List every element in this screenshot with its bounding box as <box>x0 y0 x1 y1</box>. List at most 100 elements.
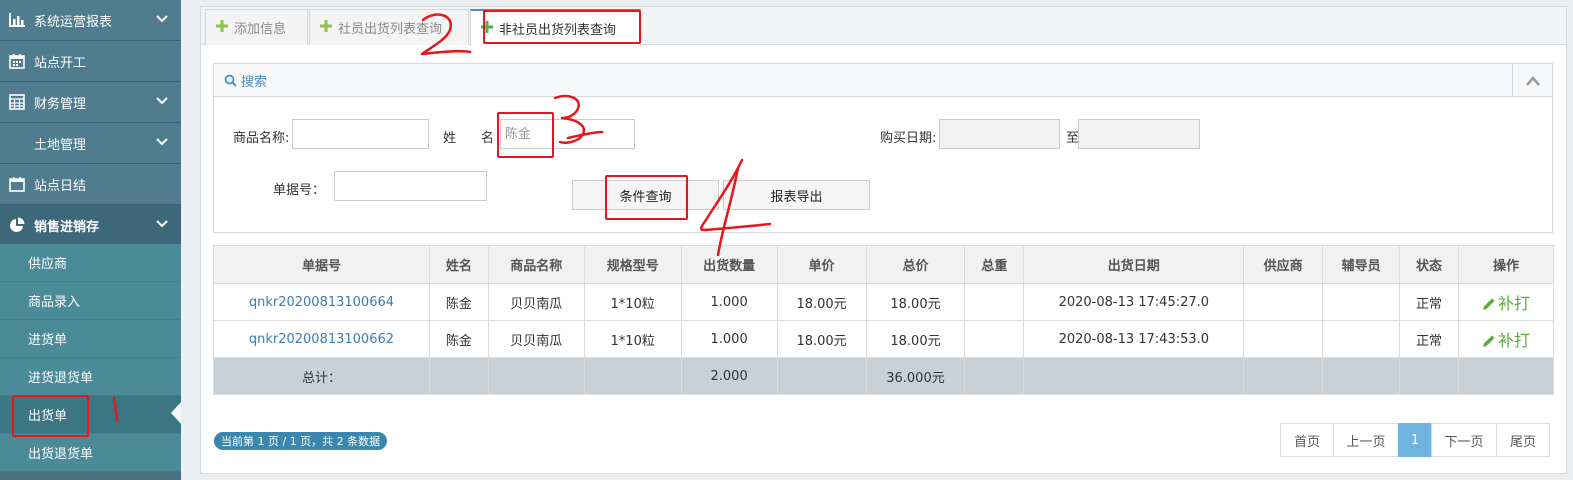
search-panel-header: 搜索 <box>214 64 1552 97</box>
name-label: 名 <box>481 131 495 146</box>
submenu-item-purchase-order[interactable]: 进货单 <box>0 320 181 358</box>
col-status[interactable]: 状态 <box>1399 245 1459 284</box>
active-caret <box>171 402 181 424</box>
tab-label: 社员出货列表查询 <box>338 22 443 37</box>
col-doc-no[interactable]: 单据号 <box>213 245 430 284</box>
cell-weight <box>964 320 1025 358</box>
table-icon <box>0 94 34 110</box>
total-empty <box>964 357 1025 395</box>
cell-ship-date: 2020-08-13 17:43:53.0 <box>1023 320 1245 358</box>
col-product[interactable]: 商品名称 <box>487 245 585 284</box>
total-empty <box>1458 357 1554 395</box>
cell-spec: 1*10粒 <box>583 283 682 321</box>
chevron-down-icon <box>156 97 168 105</box>
sidebar-item-land[interactable]: 土地管理 <box>0 123 181 164</box>
submenu-item-product-entry[interactable]: 商品录入 <box>0 282 181 320</box>
submenu-item-purchase-return[interactable]: 进货退货单 <box>0 358 181 396</box>
col-supplier[interactable]: 供应商 <box>1243 245 1324 284</box>
reprint-button[interactable]: 补打 <box>1458 320 1554 358</box>
cell-supplier <box>1243 283 1324 321</box>
reprint-button[interactable]: 补打 <box>1458 283 1554 321</box>
cell-status: 正常 <box>1399 320 1459 358</box>
cell-unit-price: 18.00元 <box>776 320 867 358</box>
export-button[interactable]: 报表导出 <box>723 180 870 210</box>
col-ship-date[interactable]: 出货日期 <box>1023 245 1245 284</box>
total-empty <box>1322 357 1401 395</box>
col-action[interactable]: 操作 <box>1458 245 1554 284</box>
product-name-input[interactable] <box>292 119 429 149</box>
col-name[interactable]: 姓名 <box>428 245 489 284</box>
pager-prev[interactable]: 上一页 <box>1333 423 1399 457</box>
sidebar-item-daily-close[interactable]: 站点日结 <box>0 164 181 205</box>
cell-ship-date: 2020-08-13 17:45:27.0 <box>1023 283 1245 321</box>
col-counselor[interactable]: 辅导员 <box>1322 245 1401 284</box>
annotation-box-query <box>605 175 688 220</box>
cell-status: 正常 <box>1399 283 1459 321</box>
sidebar-item-site-start[interactable]: 站点开工 <box>0 41 181 82</box>
cell-counselor <box>1322 320 1401 358</box>
cell-name: 陈金 <box>428 320 489 358</box>
search-icon <box>224 74 237 87</box>
col-spec[interactable]: 规格型号 <box>583 245 682 284</box>
pencil-icon <box>1482 333 1496 352</box>
page-info-badge: 当前第 1 页 / 1 页，共 2 条数据 <box>214 432 388 450</box>
pager-first[interactable]: 首页 <box>1280 423 1334 457</box>
collapse-button[interactable] <box>1512 64 1552 97</box>
tab-add-info[interactable]: 添加信息 <box>205 9 308 45</box>
col-weight[interactable]: 总重 <box>964 245 1025 284</box>
chevron-up-icon <box>1525 75 1540 86</box>
reprint-label: 补打 <box>1497 330 1530 350</box>
total-label: 总计： <box>213 357 430 395</box>
sidebar-item-sales-inventory[interactable]: 销售进销存 <box>0 205 181 246</box>
total-empty <box>1243 357 1324 395</box>
date-to-input[interactable] <box>1078 119 1200 149</box>
plus-icon <box>320 19 332 36</box>
chevron-down-icon <box>156 138 168 146</box>
table-row: qnkr20200813100662 陈金 贝贝南瓜 1*10粒 1.000 1… <box>213 320 1554 358</box>
tab-bar: 添加信息 社员出货列表查询 非社员出货列表查询 <box>201 7 1566 46</box>
total-empty <box>1399 357 1459 395</box>
doc-no-link[interactable]: qnkr20200813100662 <box>213 320 430 358</box>
total-empty <box>428 357 489 395</box>
annotation-box-shipment <box>12 395 89 437</box>
doc-no-link[interactable]: qnkr20200813100664 <box>213 283 430 321</box>
submenu-item-shipment-return[interactable]: 出货退货单 <box>0 434 181 472</box>
pager-page-1[interactable]: 1 <box>1398 423 1432 457</box>
col-unit-price[interactable]: 单价 <box>776 245 867 284</box>
total-empty <box>776 357 867 395</box>
cell-weight <box>964 283 1025 321</box>
shipment-table: 单据号 姓名 商品名称 规格型号 出货数量 单价 总价 总重 出货日期 供应商 … <box>213 245 1554 395</box>
sidebar-item-system-reports[interactable]: 系统运营报表 <box>0 0 181 41</box>
col-qty[interactable]: 出货数量 <box>680 245 778 284</box>
col-total-price[interactable]: 总价 <box>865 245 966 284</box>
cell-total-price: 18.00元 <box>865 283 966 321</box>
sidebar-item-label: 站点日结 <box>34 178 87 194</box>
cell-total-price: 18.00元 <box>865 320 966 358</box>
sidebar-item-label: 财务管理 <box>34 96 87 112</box>
search-panel-title: 搜索 <box>241 74 268 90</box>
sidebar-item-label: 站点开工 <box>34 55 87 71</box>
tab-label: 添加信息 <box>234 22 287 37</box>
pager-last[interactable]: 尾页 <box>1496 423 1550 457</box>
pagination: 首页 上一页 1 下一页 尾页 <box>1280 423 1550 457</box>
sidebar-item-finance[interactable]: 财务管理 <box>0 82 181 123</box>
total-row: 总计： 2.000 36.000元 <box>213 357 1554 395</box>
doc-no-label: 单据号： <box>273 183 326 198</box>
sidebar-item-label: 销售进销存 <box>34 219 100 235</box>
surname-label: 姓 <box>443 131 457 146</box>
cell-product: 贝贝南瓜 <box>487 283 585 321</box>
tab-member-shipments[interactable]: 社员出货列表查询 <box>309 9 469 45</box>
table-row: qnkr20200813100664 陈金 贝贝南瓜 1*10粒 1.000 1… <box>213 283 1554 321</box>
annotation-box-tab <box>483 10 641 44</box>
plus-icon <box>216 19 228 36</box>
calendar-blank-icon <box>0 176 34 192</box>
doc-no-input[interactable] <box>334 171 487 201</box>
cell-unit-price: 18.00元 <box>776 283 867 321</box>
submenu-item-supplier[interactable]: 供应商 <box>0 244 181 282</box>
date-from-input[interactable] <box>939 119 1060 149</box>
pager-next[interactable]: 下一页 <box>1431 423 1497 457</box>
sidebar-item-label: 系统运营报表 <box>34 14 113 30</box>
reprint-label: 补打 <box>1497 293 1530 313</box>
total-empty <box>583 357 682 395</box>
total-qty: 2.000 <box>680 357 778 395</box>
